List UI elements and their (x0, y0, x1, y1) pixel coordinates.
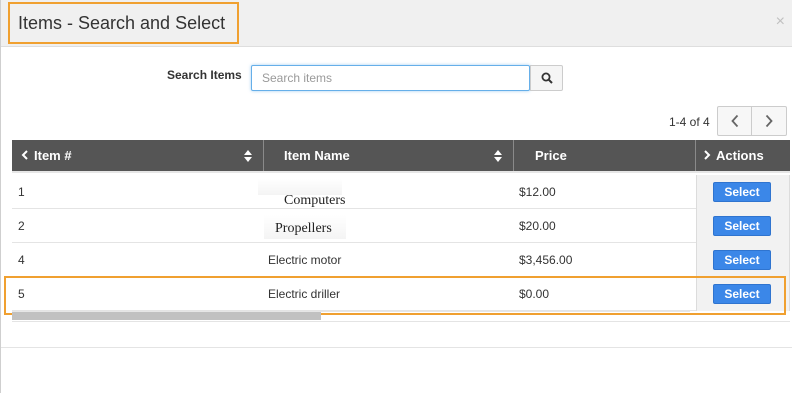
actions-cell: Select (696, 277, 790, 311)
sort-icon[interactable] (244, 150, 252, 162)
select-button[interactable]: Select (713, 216, 771, 236)
item-name: Computers (284, 193, 346, 208)
column-header-price[interactable]: Price (514, 140, 696, 171)
item-price: $3,456.00 (519, 253, 573, 267)
column-header-item-number[interactable]: Item # (12, 140, 264, 171)
sort-icon[interactable] (494, 150, 502, 162)
actions-cell: Select (696, 175, 790, 209)
item-search-modal: Items - Search and Select × Search Items… (0, 0, 792, 393)
column-label: Actions (716, 148, 764, 163)
chevron-right-icon (765, 114, 773, 128)
close-icon[interactable]: × (776, 14, 785, 30)
next-page-button[interactable] (752, 106, 787, 136)
scrollbar-thumb[interactable] (12, 312, 321, 320)
column-label: Item # (34, 148, 72, 163)
search-label: Search Items (167, 68, 242, 82)
chevron-left-icon[interactable] (20, 140, 30, 171)
item-name: Propellers (275, 221, 332, 236)
item-price: $20.00 (519, 219, 556, 233)
column-label: Price (535, 148, 567, 163)
item-number: 5 (18, 287, 25, 301)
chevron-right-icon[interactable] (702, 140, 712, 171)
actions-cell: Select (696, 243, 790, 277)
modal-header: Items - Search and Select × (1, 0, 792, 47)
select-button[interactable]: Select (713, 182, 771, 202)
select-button[interactable]: Select (713, 250, 771, 270)
actions-cell: Select (696, 209, 790, 243)
table-row[interactable]: 2 Propellers $20.00 Select (12, 209, 790, 243)
item-price: $12.00 (519, 185, 556, 199)
chevron-left-icon (730, 114, 738, 128)
table-row[interactable]: 1 Computers $12.00 Select (12, 175, 790, 209)
search-button[interactable] (530, 65, 563, 91)
item-number: 2 (18, 219, 25, 233)
previous-page-button[interactable] (717, 106, 752, 136)
modal-footer-divider (1, 347, 792, 348)
column-header-item-name[interactable]: Item Name (264, 140, 514, 171)
modal-title: Items - Search and Select (8, 2, 239, 44)
item-name: Electric motor (268, 253, 342, 267)
item-number: 1 (18, 185, 25, 199)
pagination-range: 1-4 of 4 (669, 115, 710, 129)
column-label: Item Name (284, 148, 350, 163)
grid-divider (12, 321, 790, 322)
search-input[interactable] (251, 65, 530, 91)
table-row[interactable]: 5 Electric driller $0.00 Select (12, 277, 790, 311)
item-name: Electric driller (268, 287, 341, 301)
select-button[interactable]: Select (713, 284, 771, 304)
grid-header: Item # Item Name Price Actions (12, 140, 790, 173)
table-row[interactable]: 4 Electric motor $3,456.00 Select (12, 243, 790, 277)
column-header-actions[interactable]: Actions (696, 140, 790, 171)
item-price: $0.00 (519, 287, 550, 301)
item-number: 4 (18, 253, 25, 267)
search-icon (541, 72, 553, 84)
